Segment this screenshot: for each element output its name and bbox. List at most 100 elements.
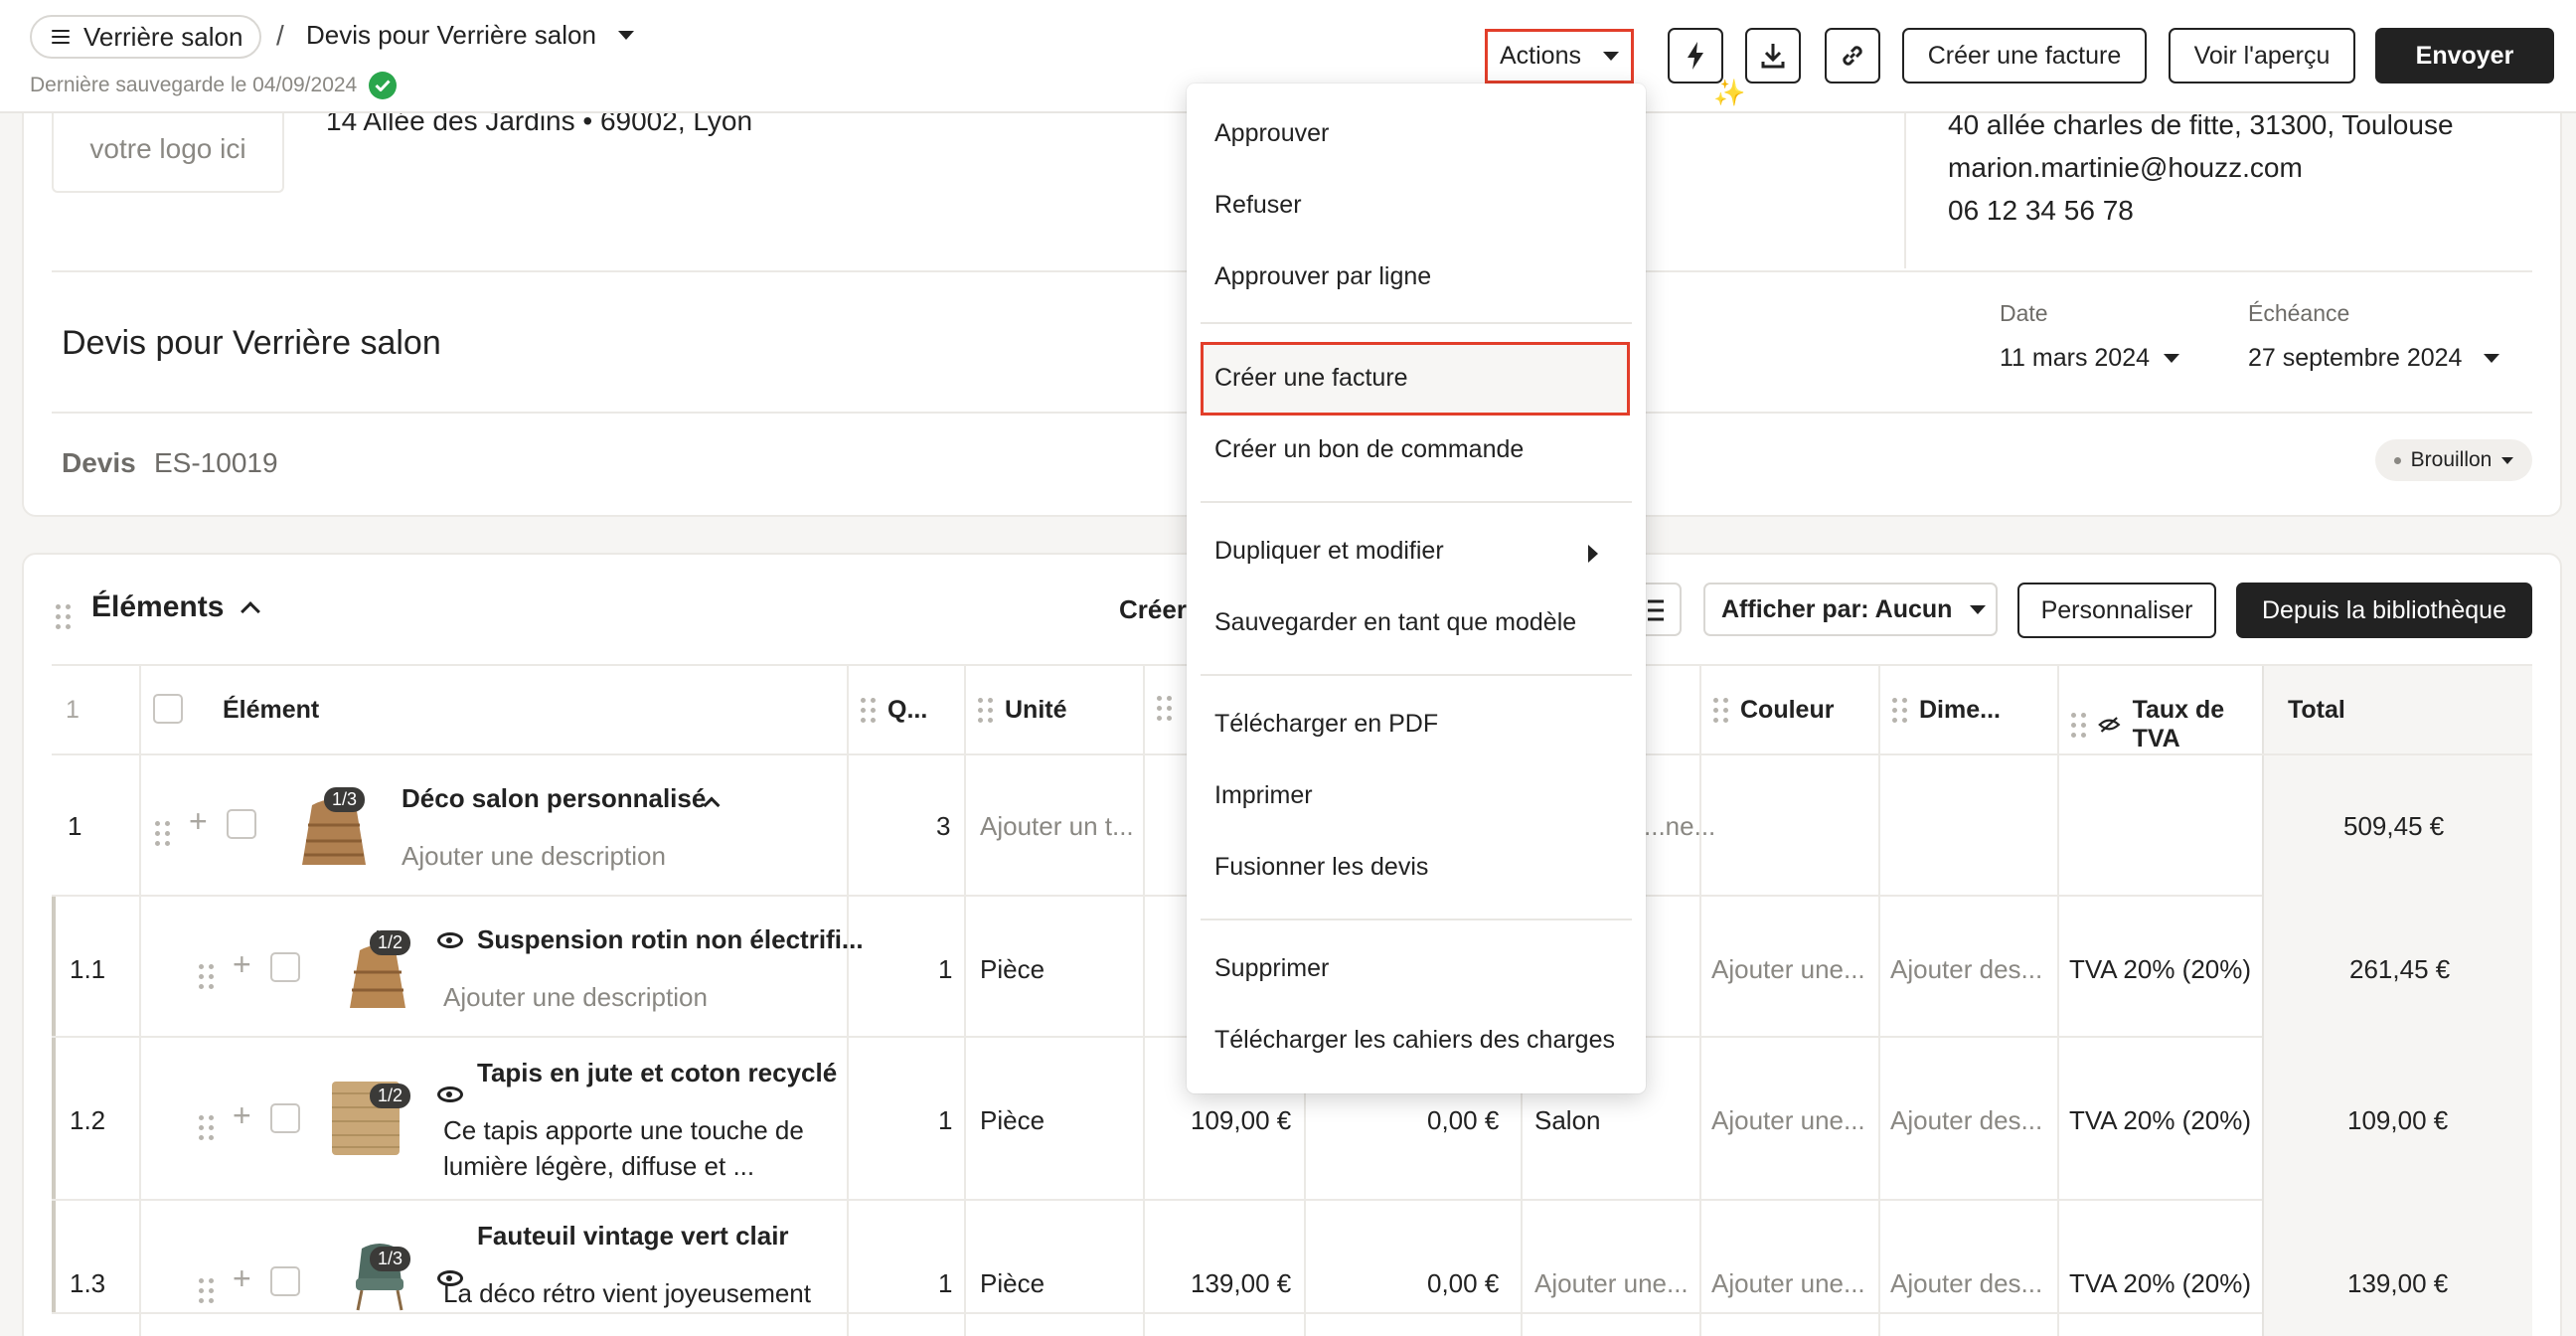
drag-handle-icon[interactable] [1157, 696, 1172, 721]
item-description-line2[interactable]: lumière légère, diffuse et ... [443, 1151, 754, 1182]
document-title: Devis pour Verrière salon [306, 20, 596, 50]
menu-item-print[interactable]: Imprimer [1214, 781, 1313, 810]
item-unit[interactable]: Pièce [980, 1268, 1045, 1299]
menu-item-save-as-template[interactable]: Sauvegarder en tant que modèle [1214, 608, 1576, 637]
item-room[interactable]: Salon [1534, 1105, 1601, 1136]
item-name[interactable]: Fauteuil vintage vert clair [477, 1221, 789, 1252]
project-breadcrumb-button[interactable]: Verrière salon [30, 15, 261, 59]
row-checkbox[interactable] [270, 952, 300, 982]
item-vat[interactable]: TVA 20% (20%) [2069, 1105, 2251, 1136]
item-color[interactable]: Ajouter une... [1711, 954, 1865, 985]
item-quantity[interactable]: 1 [938, 1268, 952, 1299]
drag-handle-icon[interactable] [978, 698, 993, 723]
drag-handle-icon[interactable] [1892, 698, 1907, 723]
item-name[interactable]: Déco salon personnalisé [402, 783, 706, 814]
menu-item-refuse[interactable]: Refuser [1214, 191, 1302, 220]
status-dropdown[interactable]: Brouillon [2375, 439, 2532, 481]
add-subitem-icon[interactable]: + [233, 1260, 251, 1297]
eye-off-icon[interactable] [2098, 715, 2121, 735]
item-dimensions[interactable]: Ajouter des... [1890, 1105, 2042, 1136]
menu-item-delete[interactable]: Supprimer [1214, 954, 1329, 983]
dimensions-column-header[interactable]: Dime... [1892, 696, 2001, 725]
group-indicator [52, 1201, 56, 1312]
select-all-checkbox[interactable] [153, 694, 183, 724]
create-invoice-button[interactable]: Créer une facture [1902, 28, 2147, 84]
row-checkbox[interactable] [270, 1103, 300, 1133]
menu-item-approve-by-line[interactable]: Approuver par ligne [1214, 262, 1431, 291]
save-status: Dernière sauvegarde le 04/09/2024 [30, 72, 398, 99]
item-unit[interactable]: Pièce [980, 1105, 1045, 1136]
element-column-header[interactable]: Élément [223, 696, 319, 725]
logo-placeholder[interactable]: votre logo ici [52, 111, 284, 193]
drag-handle-icon[interactable] [199, 956, 214, 989]
send-button[interactable]: Envoyer [2375, 28, 2554, 84]
download-button[interactable] [1745, 28, 1801, 84]
date-picker[interactable]: 11 mars 2024 [2000, 344, 2180, 373]
item-name[interactable]: Suspension rotin non électrifi... [477, 924, 864, 955]
preview-button[interactable]: Voir l'aperçu [2169, 28, 2355, 84]
menu-item-merge-quotes[interactable]: Fusionner les devis [1214, 853, 1428, 882]
item-price[interactable]: 139,00 € [1191, 1268, 1291, 1299]
drag-handle-icon[interactable] [199, 1107, 214, 1140]
menu-item-duplicate-edit[interactable]: Dupliquer et modifier [1214, 537, 1444, 566]
item-discount[interactable]: 0,00 € [1427, 1105, 1499, 1136]
menu-item-approve[interactable]: Approuver [1214, 119, 1329, 148]
item-color[interactable]: Ajouter une... [1711, 1105, 1865, 1136]
item-description[interactable]: Ajouter une description [443, 982, 708, 1013]
eye-icon[interactable] [437, 932, 463, 948]
item-vat[interactable]: TVA 20% (20%) [2069, 1268, 2251, 1299]
drag-handle-icon[interactable] [155, 813, 170, 846]
actions-menu: Approuver Refuser Approuver par ligne Cr… [1187, 84, 1646, 1093]
document-title-dropdown[interactable]: Devis pour Verrière salon [306, 20, 634, 51]
item-description[interactable]: La déco rétro vient joyeusement [443, 1278, 811, 1309]
item-dimensions[interactable]: Ajouter des... [1890, 1268, 2042, 1299]
item-quantity[interactable]: 3 [936, 811, 950, 842]
drag-handle-icon[interactable] [199, 1270, 214, 1303]
eye-icon[interactable] [437, 1086, 463, 1102]
item-description-line1[interactable]: Ce tapis apporte une touche de [443, 1115, 804, 1146]
drag-handle-icon[interactable] [2071, 712, 2086, 738]
item-room[interactable]: Ajouter une... [1534, 1268, 1689, 1299]
quantity-column-header[interactable]: Q... [861, 696, 927, 725]
row-checkbox[interactable] [227, 809, 256, 839]
item-dimensions[interactable]: Ajouter des... [1890, 954, 2042, 985]
due-date-picker[interactable]: 27 septembre 2024 [2248, 344, 2500, 373]
drag-handle-icon[interactable] [1713, 698, 1728, 723]
add-subitem-icon[interactable]: + [233, 1097, 251, 1134]
from-library-button[interactable]: Depuis la bibliothèque [2236, 583, 2532, 638]
elements-section-toggle[interactable]: Éléments [91, 590, 261, 624]
vat-column-header[interactable]: Taux de TVA [2071, 696, 2260, 753]
item-discount[interactable]: 0,00 € [1427, 1268, 1499, 1299]
item-name[interactable]: Tapis en jute et coton recyclé [477, 1058, 837, 1088]
quick-action-button[interactable] [1668, 28, 1723, 84]
create-element-button[interactable]: Créer [1119, 594, 1187, 625]
item-description[interactable]: Ajouter une description [402, 841, 666, 872]
price-column-header[interactable] [1157, 696, 1172, 721]
item-quantity[interactable]: 1 [938, 1105, 952, 1136]
display-by-select[interactable]: Afficher par: Aucun [1703, 583, 1998, 636]
item-price[interactable]: 109,00 € [1191, 1105, 1291, 1136]
item-color[interactable]: Ajouter une... [1711, 1268, 1865, 1299]
customize-button[interactable]: Personnaliser [2017, 583, 2216, 638]
actions-button[interactable]: Actions [1485, 29, 1634, 84]
add-subitem-icon[interactable]: + [233, 946, 251, 983]
item-unit[interactable]: Pièce [980, 954, 1045, 985]
menu-divider [1201, 322, 1632, 324]
item-room[interactable]: ...ne... [1644, 811, 1715, 842]
drag-handle-icon[interactable] [861, 698, 876, 723]
check-icon [369, 72, 398, 99]
row-checkbox[interactable] [270, 1266, 300, 1296]
drag-handle-icon[interactable] [56, 596, 71, 629]
unit-column-header[interactable]: Unité [978, 696, 1067, 725]
item-quantity[interactable]: 1 [938, 954, 952, 985]
quote-title: Devis pour Verrière salon [62, 324, 441, 362]
menu-item-download-pdf[interactable]: Télécharger en PDF [1214, 710, 1438, 739]
menu-item-create-invoice[interactable]: Créer une facture [1214, 364, 1408, 393]
menu-item-create-purchase-order[interactable]: Créer un bon de commande [1214, 435, 1524, 464]
color-column-header[interactable]: Couleur [1713, 696, 1834, 725]
item-unit[interactable]: Ajouter un t... [980, 811, 1134, 842]
add-subitem-icon[interactable]: + [189, 803, 208, 840]
menu-item-download-specifications[interactable]: Télécharger les cahiers des charges [1214, 1026, 1615, 1055]
copy-link-button[interactable] [1825, 28, 1880, 84]
item-vat[interactable]: TVA 20% (20%) [2069, 954, 2251, 985]
